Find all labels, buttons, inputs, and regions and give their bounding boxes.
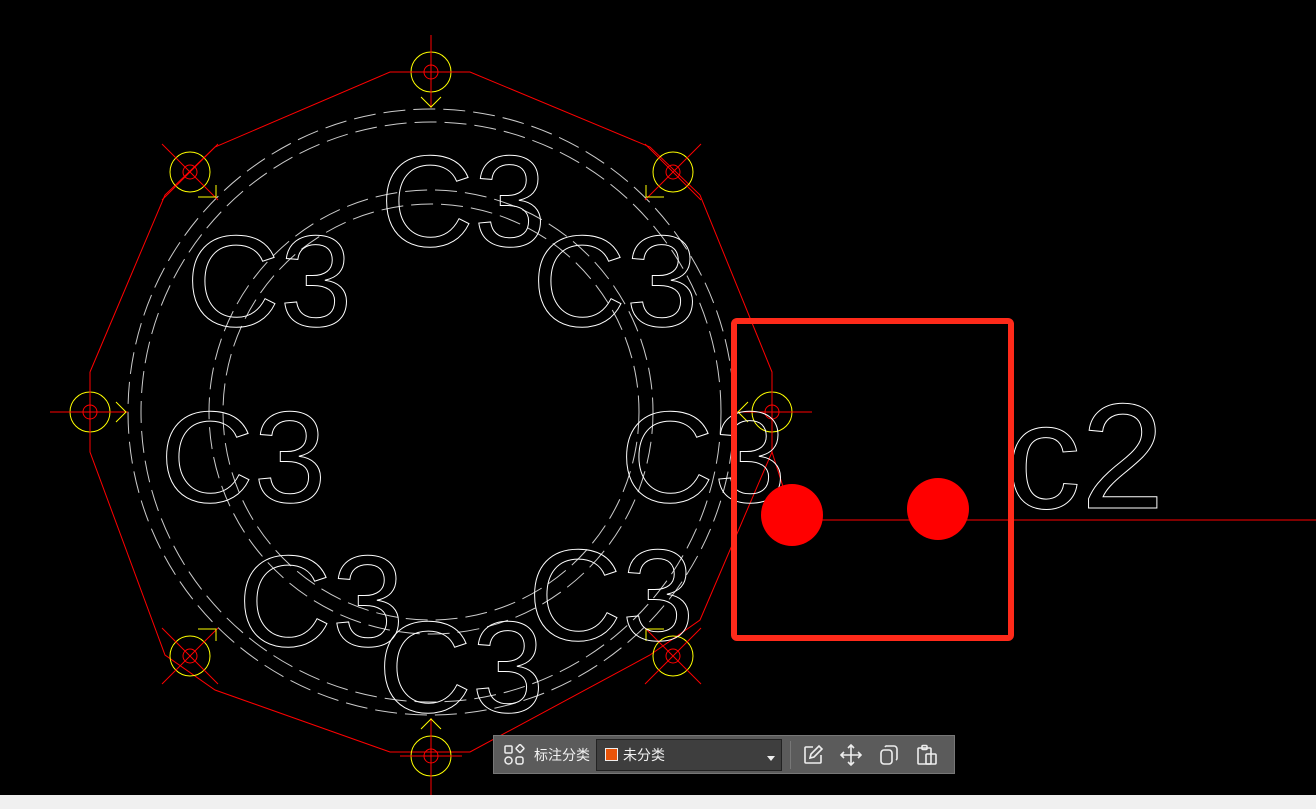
chevron-down-icon [765,749,777,768]
ring-label: C3 [160,384,326,530]
four-shapes-icon[interactable] [498,739,530,771]
toolbar-divider [790,740,791,769]
category-value: 未分类 [623,747,665,764]
category-label: 标注分类 [534,747,590,764]
category-select[interactable]: 未分类 [596,738,782,771]
hole-left [50,378,128,452]
hole-top-left [161,143,219,201]
ring-label: C3 [378,594,544,740]
hole-bottom-left [161,627,219,685]
ring-label: C3 [186,208,352,354]
move-arrows-icon [839,743,863,766]
paste-icon [917,744,937,765]
ring-label: C3 [380,128,546,274]
edit-icon [804,744,824,764]
side-label: c2 [1006,372,1164,540]
hole-top-right [644,143,702,201]
annotation-toolbar: 标注分类 未分类 [493,735,955,774]
copy-icon [880,744,898,765]
category-color-swatch [605,748,618,761]
hole-top [400,35,462,108]
ring-label: C3 [620,384,786,530]
point-dot-right[interactable] [907,478,969,540]
drawing-canvas[interactable]: C3 C3 C3 C3 C3 C3 C3 C3 c2 [0,0,1316,795]
ring-label: C3 [528,522,694,668]
cad-drawing: C3 C3 C3 C3 C3 C3 C3 C3 c2 [50,35,1316,795]
ring-labels: C3 C3 C3 C3 C3 C3 C3 C3 [160,128,787,741]
paste-button[interactable] [911,739,943,771]
copy-button[interactable] [873,739,905,771]
status-strip [0,795,1316,809]
ring-label: C3 [532,208,698,354]
point-dot-left[interactable] [761,484,823,546]
edit-button[interactable] [797,739,829,771]
move-button[interactable] [835,739,867,771]
